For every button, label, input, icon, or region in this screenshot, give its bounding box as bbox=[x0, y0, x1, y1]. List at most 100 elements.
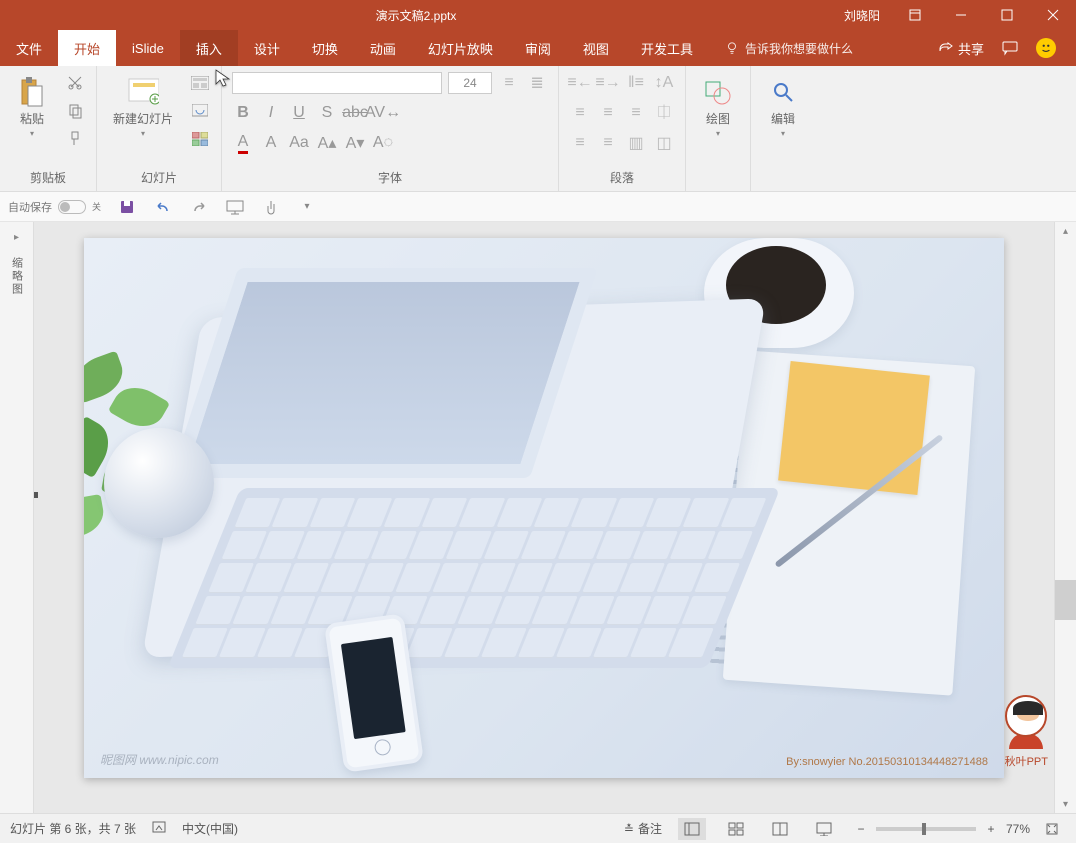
justify-button[interactable]: ≡ bbox=[569, 132, 591, 154]
decrease-indent-button[interactable]: ≡← bbox=[569, 72, 591, 94]
ribbon: 粘贴 ▾ 剪贴板 新建幻灯片 ▾ 幻灯片 bbox=[0, 66, 1076, 192]
undo-button[interactable] bbox=[153, 197, 173, 217]
text-direction-button[interactable]: ↕A bbox=[653, 72, 675, 94]
tab-home[interactable]: 开始 bbox=[58, 30, 116, 66]
layout-icon bbox=[191, 76, 209, 90]
reset-button[interactable] bbox=[189, 100, 211, 122]
bullets-button[interactable]: ≡ bbox=[498, 72, 520, 94]
new-slide-button[interactable]: 新建幻灯片 ▾ bbox=[107, 72, 179, 142]
vertical-scrollbar[interactable]: ▴ ▾ bbox=[1054, 222, 1076, 813]
zoom-out-button[interactable]: − bbox=[854, 822, 868, 836]
scroll-down-icon[interactable]: ▾ bbox=[1055, 795, 1076, 813]
columns-button[interactable]: ▥ bbox=[625, 132, 647, 154]
feedback-smiley-icon[interactable] bbox=[1036, 38, 1056, 58]
window-title: 演示文稿2.pptx bbox=[0, 7, 832, 24]
share-button[interactable]: 共享 bbox=[938, 39, 984, 58]
user-name[interactable]: 刘晓阳 bbox=[832, 7, 892, 24]
tab-transition[interactable]: 切换 bbox=[296, 30, 354, 66]
paste-button[interactable]: 粘贴 ▾ bbox=[10, 72, 54, 142]
accessibility-button[interactable] bbox=[152, 820, 166, 837]
tab-view[interactable]: 视图 bbox=[567, 30, 625, 66]
distribute-button[interactable]: ≡ bbox=[597, 132, 619, 154]
zoom-percent[interactable]: 77% bbox=[1006, 822, 1030, 836]
align-text-button[interactable]: ⎅ bbox=[653, 102, 675, 124]
slideshow-view-button[interactable] bbox=[810, 818, 838, 840]
align-left-button[interactable]: ≡ bbox=[569, 102, 591, 124]
scroll-up-icon[interactable]: ▴ bbox=[1055, 222, 1076, 240]
cut-button[interactable] bbox=[64, 72, 86, 94]
format-painter-button[interactable] bbox=[64, 128, 86, 150]
new-slide-icon bbox=[127, 76, 159, 108]
tab-animation[interactable]: 动画 bbox=[354, 30, 412, 66]
change-case-button[interactable]: Aa bbox=[288, 132, 310, 154]
underline-button[interactable]: U bbox=[288, 102, 310, 124]
save-button[interactable] bbox=[117, 197, 137, 217]
group-clipboard: 粘贴 ▾ 剪贴板 bbox=[0, 66, 97, 191]
tab-slideshow[interactable]: 幻灯片放映 bbox=[412, 30, 509, 66]
edit-button[interactable]: 编辑 ▾ bbox=[761, 72, 805, 142]
qat-customize-button[interactable]: ▾ bbox=[297, 197, 317, 217]
font-color-button[interactable]: A bbox=[232, 132, 254, 154]
minimize-icon[interactable] bbox=[938, 0, 984, 30]
slide-background-image: 昵图网 www.nipic.com By:snowyier No.2015031… bbox=[84, 238, 1004, 778]
bold-button[interactable]: B bbox=[232, 102, 254, 124]
notes-button[interactable]: ≛备注 bbox=[624, 820, 662, 837]
tab-insert[interactable]: 插入 bbox=[180, 30, 238, 66]
increase-indent-button[interactable]: ≡→ bbox=[597, 72, 619, 94]
shrink-font-button[interactable]: A▾ bbox=[344, 132, 366, 154]
accessibility-icon bbox=[152, 820, 166, 834]
slide[interactable]: 昵图网 www.nipic.com By:snowyier No.2015031… bbox=[84, 238, 1004, 778]
comment-icon bbox=[1002, 40, 1018, 56]
comments-button[interactable] bbox=[1002, 40, 1018, 56]
numbering-button[interactable]: ≣ bbox=[526, 72, 548, 94]
align-center-button[interactable]: ≡ bbox=[597, 102, 619, 124]
touch-mode-button[interactable] bbox=[261, 197, 281, 217]
autosave-label: 自动保存 bbox=[8, 199, 52, 215]
group-slides: 新建幻灯片 ▾ 幻灯片 bbox=[97, 66, 222, 191]
scrollbar-thumb[interactable] bbox=[1055, 580, 1076, 620]
section-button[interactable] bbox=[189, 128, 211, 150]
copy-button[interactable] bbox=[64, 100, 86, 122]
close-icon[interactable] bbox=[1030, 0, 1076, 30]
zoom-slider[interactable] bbox=[876, 827, 976, 831]
shapes-icon bbox=[702, 76, 734, 108]
layout-button[interactable] bbox=[189, 72, 211, 94]
strike-button[interactable]: abc bbox=[344, 102, 366, 124]
tab-devtools[interactable]: 开发工具 bbox=[625, 30, 709, 66]
normal-view-button[interactable] bbox=[678, 818, 706, 840]
highlight-button[interactable]: A bbox=[260, 132, 282, 154]
grow-font-button[interactable]: A▴ bbox=[316, 132, 338, 154]
thumbnail-panel-collapsed[interactable]: ▸ 缩略图 bbox=[0, 222, 34, 813]
tab-islide[interactable]: iSlide bbox=[116, 30, 180, 66]
slide-marker bbox=[34, 492, 38, 498]
clear-format-button[interactable]: A◌ bbox=[372, 132, 394, 154]
char-spacing-button[interactable]: AV↔ bbox=[372, 102, 394, 124]
autosave-toggle[interactable]: 自动保存 关 bbox=[8, 199, 101, 215]
slide-counter[interactable]: 幻灯片 第 6 张，共 7 张 bbox=[10, 820, 136, 837]
slide-canvas[interactable]: 昵图网 www.nipic.com By:snowyier No.2015031… bbox=[34, 222, 1054, 813]
draw-button[interactable]: 绘图 ▾ bbox=[696, 72, 740, 142]
zoom-in-button[interactable]: + bbox=[984, 822, 998, 836]
smartart-button[interactable]: ◫ bbox=[653, 132, 675, 154]
redo-button[interactable] bbox=[189, 197, 209, 217]
line-spacing-button[interactable]: ‖≡ bbox=[625, 72, 647, 94]
undo-icon bbox=[155, 199, 171, 215]
font-size-select[interactable] bbox=[448, 72, 492, 94]
fit-window-button[interactable] bbox=[1038, 818, 1066, 840]
reading-view-button[interactable] bbox=[766, 818, 794, 840]
italic-button[interactable]: I bbox=[260, 102, 282, 124]
align-right-button[interactable]: ≡ bbox=[625, 102, 647, 124]
paste-icon bbox=[16, 76, 48, 108]
ribbon-options-icon[interactable] bbox=[892, 0, 938, 30]
language-button[interactable]: 中文(中国) bbox=[182, 820, 238, 837]
tell-me-hint[interactable]: 告诉我你想要做什么 bbox=[709, 40, 853, 57]
sorter-view-button[interactable] bbox=[722, 818, 750, 840]
avatar[interactable]: 秋叶PPT bbox=[1005, 695, 1048, 769]
font-family-select[interactable] bbox=[232, 72, 442, 94]
maximize-icon[interactable] bbox=[984, 0, 1030, 30]
slideshow-start-button[interactable] bbox=[225, 197, 245, 217]
tab-review[interactable]: 审阅 bbox=[509, 30, 567, 66]
tab-file[interactable]: 文件 bbox=[0, 30, 58, 66]
tab-design[interactable]: 设计 bbox=[238, 30, 296, 66]
shadow-button[interactable]: S bbox=[316, 102, 338, 124]
